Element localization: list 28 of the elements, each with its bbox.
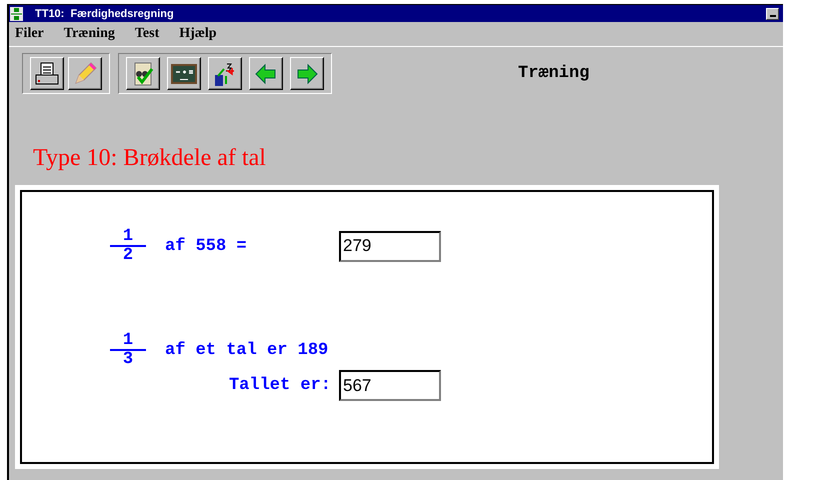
chalkboard-button[interactable] xyxy=(167,57,201,90)
back-button[interactable] xyxy=(249,57,283,90)
mode-label: Træning xyxy=(518,64,590,83)
pencil-button[interactable] xyxy=(68,57,102,90)
right-arrow-icon xyxy=(295,62,319,86)
problem-text: af 558 = xyxy=(165,236,248,256)
problem-text: af et tal er 189 xyxy=(165,340,330,360)
window-title: TT10: Færdighedsregning xyxy=(35,8,174,20)
fraction: 1 2 xyxy=(110,228,146,264)
printer-icon xyxy=(34,60,60,86)
answer-field[interactable]: 567 xyxy=(339,370,441,401)
fraction: 1 3 xyxy=(110,332,146,368)
menu-item[interactable]: Filer xyxy=(15,26,44,42)
chalkboard-icon xyxy=(170,62,198,86)
fraction-icon xyxy=(10,6,23,20)
menu-item[interactable]: Test xyxy=(134,26,160,42)
forward-button[interactable] xyxy=(290,57,324,90)
exercise-heading: Type 10: Brøkdele af tal xyxy=(32,145,267,172)
minimize-icon xyxy=(770,14,776,16)
menu-item[interactable]: Hjælp xyxy=(179,26,217,42)
minimize-button[interactable] xyxy=(766,8,779,20)
answer-label: Tallet er: xyxy=(228,376,331,395)
answer-field[interactable]: 279 xyxy=(339,230,441,262)
checklist-button[interactable] xyxy=(126,57,160,90)
menu-item[interactable]: Træning xyxy=(64,26,115,42)
printer-button[interactable] xyxy=(30,57,64,90)
pencil-icon xyxy=(72,60,98,86)
left-arrow-icon xyxy=(254,62,278,86)
